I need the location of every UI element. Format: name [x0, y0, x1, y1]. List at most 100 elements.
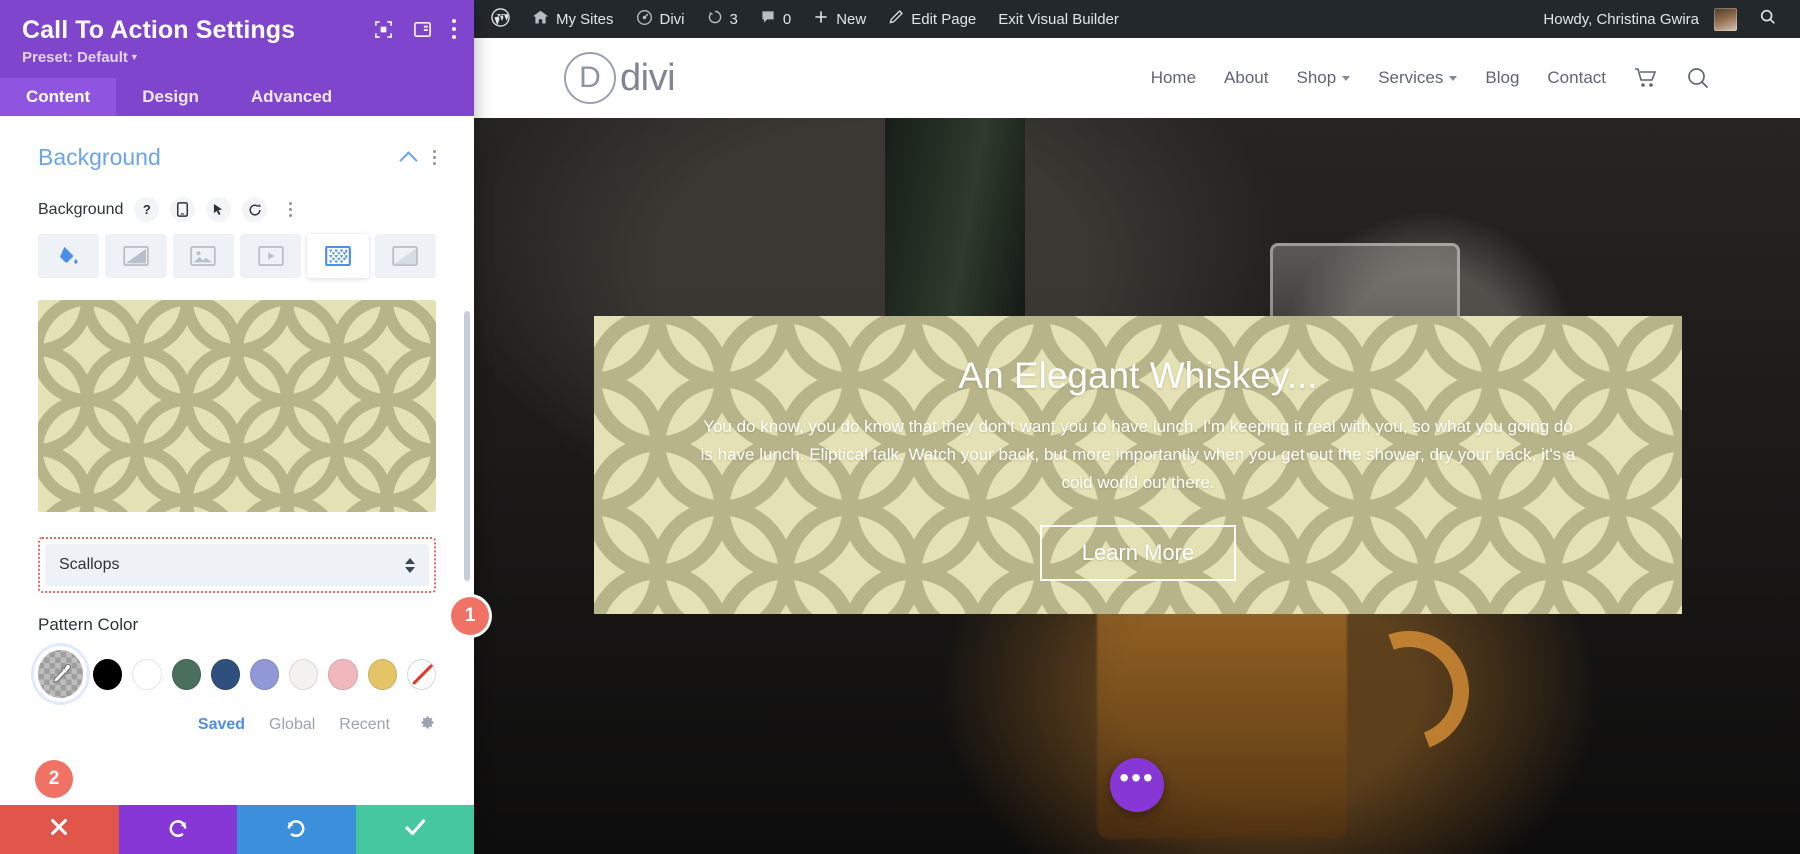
- chevron-down-icon: [1449, 76, 1457, 81]
- logo-text: divi: [620, 57, 675, 100]
- color-swatch-green[interactable]: [172, 659, 201, 690]
- pattern-style-select[interactable]: Scallops: [45, 544, 429, 586]
- background-type-video[interactable]: [240, 234, 301, 278]
- chevron-down-icon: ▼: [130, 52, 139, 62]
- search-icon: [1759, 8, 1777, 30]
- color-swatch-none[interactable]: [407, 659, 436, 690]
- pattern-color-label: Pattern Color: [38, 615, 436, 635]
- redo-button[interactable]: [237, 805, 356, 854]
- chevron-up-icon[interactable]: [399, 151, 417, 169]
- chevron-down-icon: [1342, 76, 1350, 81]
- site-header: D divi Home About Shop Services: [474, 38, 1800, 118]
- admin-bar-howdy-label: Howdy, Christina Gwira: [1543, 11, 1699, 28]
- nav-item-blog-label: Blog: [1485, 68, 1519, 88]
- gear-icon[interactable]: [419, 714, 436, 736]
- close-icon: [48, 816, 70, 843]
- undo-button[interactable]: [119, 805, 238, 854]
- cta-learn-more-button[interactable]: Learn More: [1040, 525, 1237, 581]
- page-settings-fab-button[interactable]: •••: [1110, 758, 1164, 812]
- admin-bar-howdy[interactable]: Howdy, Christina Gwira: [1532, 0, 1748, 38]
- color-swatch-periwinkle[interactable]: [250, 659, 279, 690]
- color-swatch-eyedropper[interactable]: [38, 650, 83, 698]
- color-swatch-off-white[interactable]: [289, 659, 318, 690]
- nav-item-home[interactable]: Home: [1151, 68, 1196, 88]
- background-field-label-row: Background ?: [38, 197, 436, 222]
- pattern-preview: [38, 300, 436, 512]
- nav-item-blog[interactable]: Blog: [1485, 68, 1519, 88]
- background-type-image[interactable]: [173, 234, 234, 278]
- nav-item-contact[interactable]: Contact: [1547, 68, 1606, 88]
- admin-bar-my-sites[interactable]: My Sites: [521, 0, 625, 38]
- color-swatch-white[interactable]: [132, 659, 161, 690]
- cta-module[interactable]: An Elegant Whiskey... You do know, you d…: [594, 316, 1682, 614]
- admin-bar-new-label: New: [836, 11, 866, 28]
- comment-icon: [760, 9, 776, 29]
- nav-item-services-label: Services: [1378, 68, 1443, 88]
- cta-title: An Elegant Whiskey...: [958, 356, 1317, 397]
- nav-item-about-label: About: [1224, 68, 1268, 88]
- pattern-color-swatches: [38, 650, 436, 698]
- callout-badge-1: 1: [451, 597, 489, 635]
- responsive-icon[interactable]: [170, 197, 195, 222]
- admin-bar-search[interactable]: [1748, 0, 1788, 38]
- scallops-pattern-icon: [38, 300, 436, 512]
- admin-bar-edit-page-label: Edit Page: [911, 11, 976, 28]
- color-swatch-pink[interactable]: [328, 659, 357, 690]
- palette-tab-recent[interactable]: Recent: [339, 716, 390, 734]
- site-logo[interactable]: D divi: [564, 52, 675, 104]
- kebab-menu-icon[interactable]: [433, 150, 436, 165]
- callout-2-number: 2: [49, 768, 60, 790]
- nav-item-shop-label: Shop: [1296, 68, 1336, 88]
- kebab-menu-icon[interactable]: [452, 19, 456, 39]
- save-button[interactable]: [356, 805, 475, 854]
- layout-toggle-icon[interactable]: [413, 20, 432, 39]
- panel-scrollbar[interactable]: [464, 311, 470, 581]
- cart-icon[interactable]: [1634, 67, 1658, 89]
- admin-bar-wordpress-logo[interactable]: [480, 0, 521, 38]
- kebab-menu-icon[interactable]: [278, 197, 303, 222]
- help-icon[interactable]: ?: [134, 197, 159, 222]
- nav-item-services[interactable]: Services: [1378, 68, 1457, 88]
- pencil-icon: [888, 9, 904, 29]
- settings-panel-body: Background Background ?: [0, 116, 474, 805]
- callout-1-number: 1: [465, 605, 476, 627]
- hover-icon[interactable]: [206, 197, 231, 222]
- nav-item-shop[interactable]: Shop: [1296, 68, 1350, 88]
- cancel-button[interactable]: [0, 805, 119, 854]
- cta-body-text: You do know, you do know that they don't…: [698, 413, 1578, 497]
- admin-bar-edit-page[interactable]: Edit Page: [877, 0, 987, 38]
- background-section-title: Background: [38, 144, 161, 171]
- color-swatch-black[interactable]: [93, 659, 122, 690]
- search-icon[interactable]: [1686, 66, 1710, 90]
- wp-admin-bar: My Sites Divi 3 0: [474, 0, 1800, 38]
- fullscreen-icon[interactable]: [374, 20, 393, 39]
- background-section-header[interactable]: Background: [38, 144, 436, 171]
- background-type-tabs: [38, 234, 436, 278]
- background-type-gradient[interactable]: [105, 234, 166, 278]
- color-swatch-navy[interactable]: [211, 659, 240, 690]
- site-navigation: Home About Shop Services Blog Contact: [1151, 66, 1710, 90]
- undo-icon: [166, 816, 189, 844]
- palette-tab-global[interactable]: Global: [269, 716, 315, 734]
- pattern-select-highlight: Scallops: [38, 537, 436, 593]
- admin-bar-exit-visual-builder[interactable]: Exit Visual Builder: [987, 0, 1130, 38]
- preset-selector[interactable]: Preset: Default▼: [22, 49, 452, 66]
- tab-design[interactable]: Design: [116, 78, 225, 116]
- admin-bar-new[interactable]: New: [802, 0, 877, 38]
- background-type-color[interactable]: [38, 234, 99, 278]
- admin-bar-updates[interactable]: 3: [696, 0, 749, 38]
- background-type-pattern[interactable]: [307, 234, 368, 278]
- admin-bar-comments[interactable]: 0: [749, 0, 802, 38]
- admin-bar-updates-count: 3: [730, 11, 738, 28]
- palette-tabs: Saved Global Recent: [38, 716, 436, 734]
- palette-tab-saved[interactable]: Saved: [198, 716, 245, 734]
- color-swatch-gold[interactable]: [368, 659, 397, 690]
- nav-item-about[interactable]: About: [1224, 68, 1268, 88]
- plus-icon: [813, 9, 829, 29]
- reset-icon[interactable]: [242, 197, 267, 222]
- admin-bar-divi[interactable]: Divi: [625, 0, 696, 38]
- background-type-mask[interactable]: [375, 234, 436, 278]
- tab-advanced[interactable]: Advanced: [225, 78, 358, 116]
- avatar: [1714, 8, 1737, 31]
- tab-content[interactable]: Content: [0, 78, 116, 116]
